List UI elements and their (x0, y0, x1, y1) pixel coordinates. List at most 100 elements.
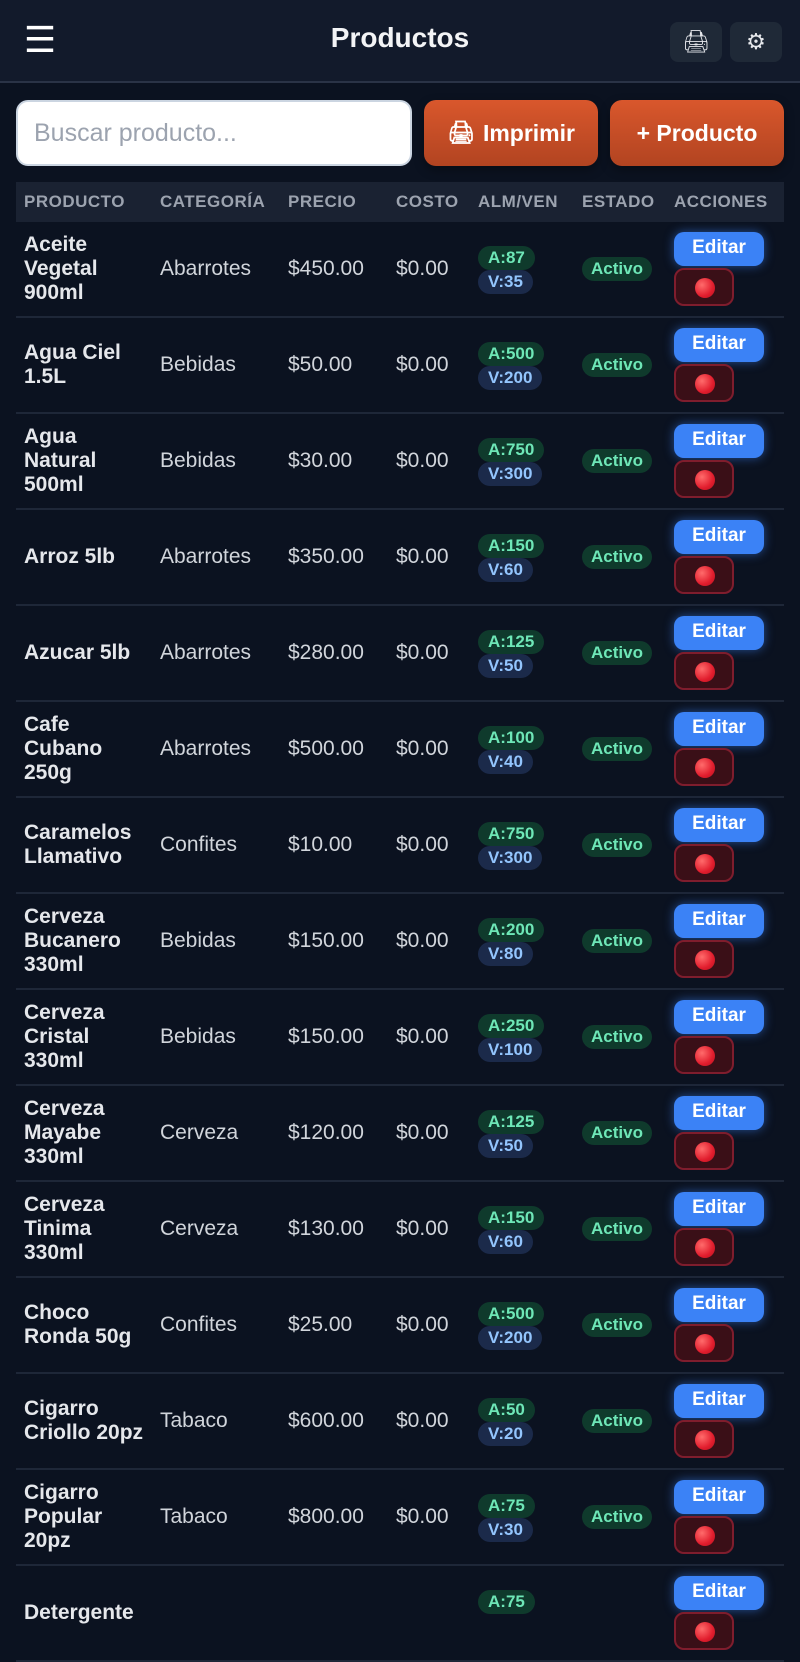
delete-button[interactable] (674, 460, 734, 498)
product-cost: $0.00 (396, 929, 449, 952)
status-badge: Activo (582, 1409, 652, 1433)
edit-button[interactable]: Editar (674, 808, 764, 842)
header-category[interactable]: CATEGORÍA (160, 192, 265, 212)
stock-counts: A:500 V:200 (478, 342, 578, 390)
edit-button[interactable]: Editar (674, 1096, 764, 1130)
edit-button[interactable]: Editar (674, 616, 764, 650)
edit-button[interactable]: Editar (674, 1576, 764, 1610)
delete-button[interactable] (674, 268, 734, 306)
stock-available-badge: A:75 (478, 1494, 535, 1518)
edit-button[interactable]: Editar (674, 232, 764, 266)
product-cost: $0.00 (396, 833, 449, 856)
stock-available-badge: A:125 (478, 630, 545, 654)
status-cell: Activo (582, 990, 652, 1084)
edit-button[interactable]: Editar (674, 1000, 764, 1034)
status-badge: Activo (582, 737, 652, 761)
product-name: Azucar 5lb (24, 641, 131, 664)
edit-button[interactable]: Editar (674, 712, 764, 746)
status-badge: Activo (582, 833, 652, 857)
product-cost: $0.00 (396, 737, 449, 760)
header-cost[interactable]: COSTO (396, 192, 459, 212)
search-input[interactable] (16, 100, 412, 166)
stock-sold-badge: V:35 (478, 270, 533, 294)
stock-available-badge: A:75 (478, 1590, 535, 1614)
delete-button[interactable] (674, 1612, 734, 1650)
table-row: Arroz 5lb Abarrotes $350.00 $0.00 A:150 … (16, 510, 784, 606)
print-button[interactable]: 🖨 Imprimir (424, 100, 598, 166)
stock-counts: A:75 (478, 1590, 578, 1614)
status-cell: Activo (582, 1374, 652, 1468)
edit-button[interactable]: Editar (674, 328, 764, 362)
status-badge: Activo (582, 1313, 652, 1337)
product-name: Detergente (24, 1601, 134, 1624)
product-price: $350.00 (288, 545, 364, 568)
stock-sold-badge: V:200 (478, 1326, 543, 1350)
table-row: Cafe Cubano 250g Abarrotes $500.00 $0.00… (16, 702, 784, 798)
stock-available-badge: A:125 (478, 1110, 545, 1134)
row-actions: Editar (674, 424, 784, 498)
delete-button[interactable] (674, 748, 734, 786)
red-circle-icon (695, 470, 715, 490)
status-cell: Activo (582, 894, 652, 988)
product-category: Bebidas (160, 353, 236, 376)
product-cost: $0.00 (396, 257, 449, 280)
header-stock[interactable]: ALM/VEN (478, 192, 558, 212)
add-product-button[interactable]: + Producto (610, 100, 784, 166)
header-status[interactable]: ESTADO (582, 192, 655, 212)
red-circle-icon (695, 1430, 715, 1450)
delete-button[interactable] (674, 1420, 734, 1458)
red-circle-icon (695, 1622, 715, 1642)
table-body: Aceite Vegetal 900ml Abarrotes $450.00 $… (16, 222, 784, 1662)
delete-button[interactable] (674, 1036, 734, 1074)
header-actions: ACCIONES (674, 192, 768, 211)
delete-button[interactable] (674, 1132, 734, 1170)
row-actions: Editar (674, 808, 784, 882)
print-icon-button[interactable]: 🖨 (670, 22, 722, 62)
red-circle-icon (695, 1046, 715, 1066)
delete-button[interactable] (674, 556, 734, 594)
edit-button[interactable]: Editar (674, 1480, 764, 1514)
product-price: $600.00 (288, 1409, 364, 1432)
table-row: Cerveza Cristal 330ml Bebidas $150.00 $0… (16, 990, 784, 1086)
delete-button[interactable] (674, 364, 734, 402)
delete-button[interactable] (674, 1516, 734, 1554)
stock-counts: A:200 V:80 (478, 918, 578, 966)
delete-button[interactable] (674, 1324, 734, 1362)
stock-counts: A:100 V:40 (478, 726, 578, 774)
red-circle-icon (695, 662, 715, 682)
stock-counts: A:75 V:30 (478, 1494, 578, 1542)
product-category: Abarrotes (160, 641, 252, 664)
product-category: Tabaco (160, 1505, 228, 1528)
delete-button[interactable] (674, 652, 734, 690)
edit-button[interactable]: Editar (674, 904, 764, 938)
header-price[interactable]: PRECIO (288, 192, 356, 212)
product-name: Agua Ciel 1.5L (24, 341, 121, 388)
stock-available-badge: A:250 (478, 1014, 545, 1038)
edit-button[interactable]: Editar (674, 520, 764, 554)
product-name: Aceite Vegetal 900ml (24, 233, 98, 304)
status-badge: Activo (582, 1217, 652, 1241)
top-bar: ☰ Productos 🖨 ⚙ (0, 0, 800, 83)
edit-button[interactable]: Editar (674, 1384, 764, 1418)
product-cost: $0.00 (396, 1025, 449, 1048)
table-header: PRODUCTO CATEGORÍA PRECIO COSTO ALM/VEN … (16, 182, 784, 222)
stock-counts: A:150 V:60 (478, 534, 578, 582)
product-category: Confites (160, 833, 238, 856)
printer-icon: 🖨 (447, 120, 475, 145)
edit-button[interactable]: Editar (674, 1288, 764, 1322)
product-price: $500.00 (288, 737, 364, 760)
delete-button[interactable] (674, 844, 734, 882)
print-button-label: Imprimir (482, 119, 575, 146)
edit-button[interactable]: Editar (674, 424, 764, 458)
stock-sold-badge: V:300 (478, 846, 543, 870)
header-product[interactable]: PRODUCTO (24, 192, 125, 212)
product-name: Cerveza Cristal 330ml (24, 1001, 105, 1072)
row-actions: Editar (674, 1000, 784, 1074)
edit-button[interactable]: Editar (674, 1192, 764, 1226)
delete-button[interactable] (674, 1228, 734, 1266)
delete-button[interactable] (674, 940, 734, 978)
product-cost: $0.00 (396, 449, 449, 472)
stock-available-badge: A:150 (478, 534, 545, 558)
settings-icon-button[interactable]: ⚙ (730, 22, 782, 62)
stock-sold-badge: V:300 (478, 462, 543, 486)
